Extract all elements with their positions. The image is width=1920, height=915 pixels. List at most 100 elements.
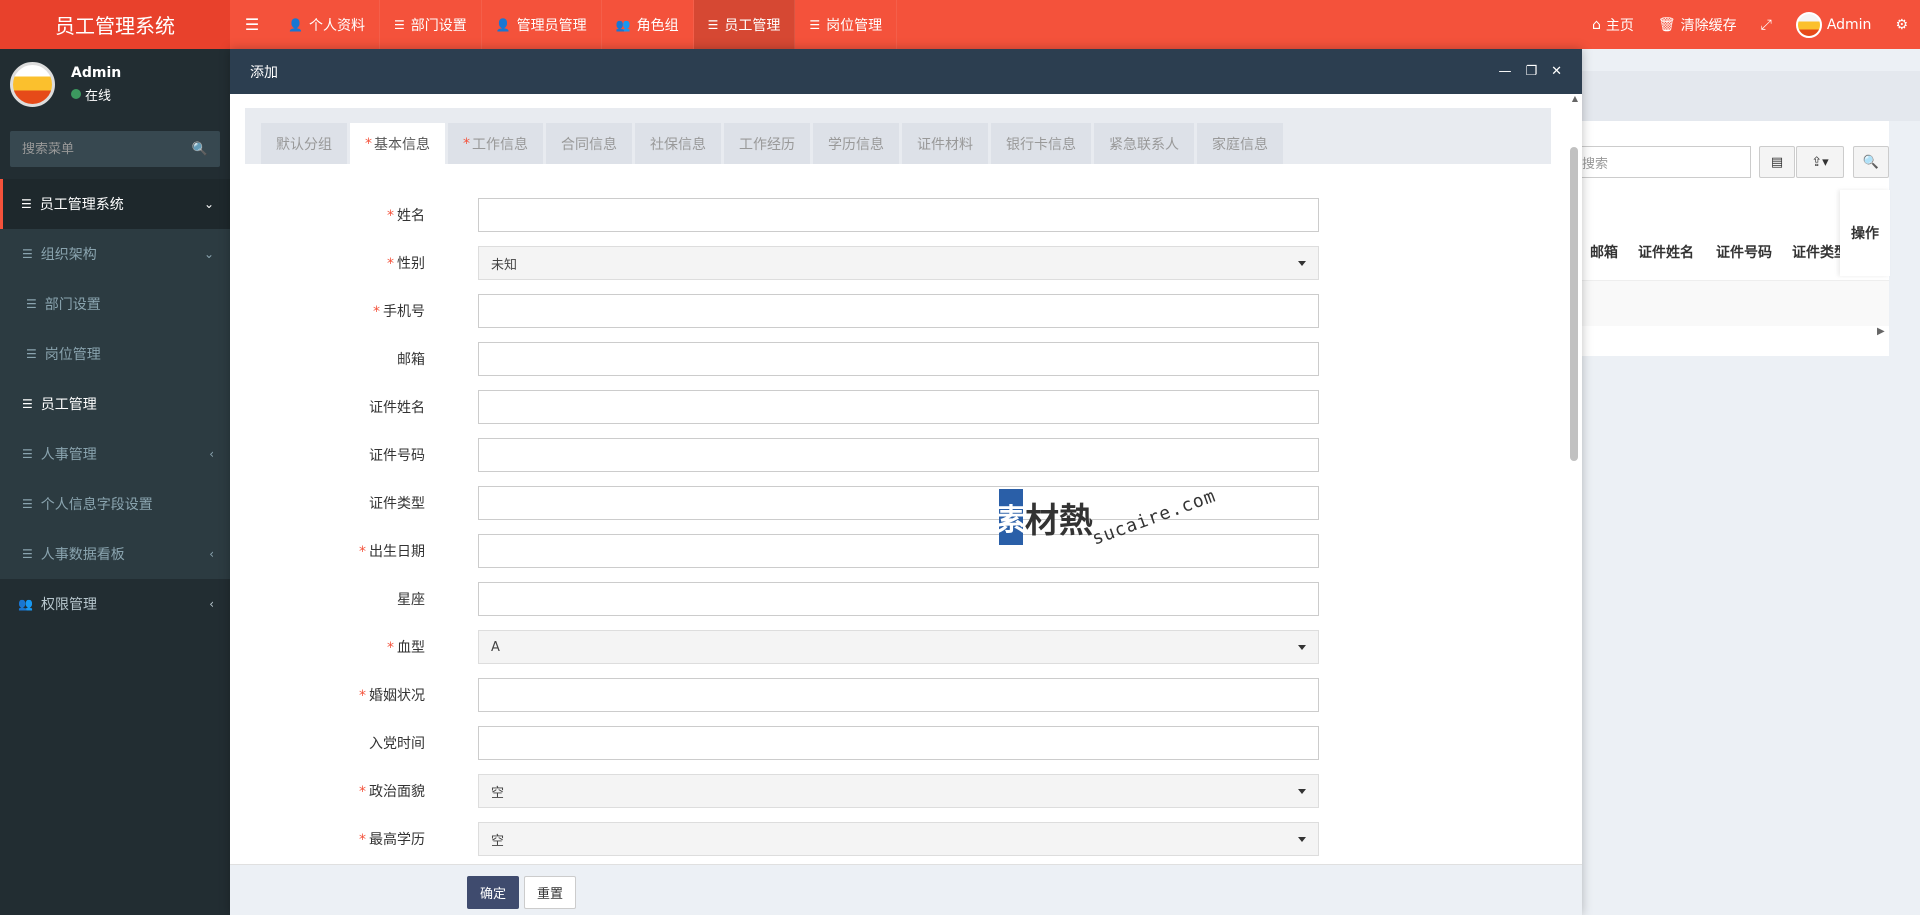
column-header-id-type[interactable]: 证件类型 [1792, 242, 1842, 262]
tab-4[interactable]: 社保信息 [635, 123, 721, 164]
tab-10[interactable]: 家庭信息 [1197, 123, 1283, 164]
columns-toggle-button[interactable]: ▤ [1759, 146, 1795, 178]
form-row: * 血型 A [230, 630, 1582, 664]
field-input[interactable] [478, 438, 1319, 472]
sidebar-item-department-settings[interactable]: ☰ 部门设置 [0, 279, 230, 329]
field-input[interactable] [478, 534, 1319, 568]
field-input[interactable] [478, 678, 1319, 712]
topnav-employee-management[interactable]: ☰ 员工管理 [693, 0, 796, 49]
field-input[interactable] [478, 486, 1319, 520]
topnav-department-settings[interactable]: ☰ 部门设置 [380, 0, 482, 49]
topnav-personal-profile[interactable]: 👤 个人资料 [274, 0, 380, 49]
list-icon: ☰ [22, 547, 33, 561]
field-label: * 手机号 [230, 301, 448, 321]
field-input[interactable] [478, 198, 1319, 232]
clear-cache-button[interactable]: 🗑 清除缓存 [1646, 0, 1749, 49]
user-status-label: 在线 [85, 88, 112, 104]
list-icon: ☰ [26, 297, 37, 311]
dialog-footer: 确定 重置 [230, 864, 1582, 915]
required-marker: * [365, 135, 372, 152]
sidebar-toggle-icon[interactable]: ☰ [230, 0, 274, 49]
sidebar-item-hr-management[interactable]: ☰ 人事管理 ‹ [0, 429, 230, 479]
tab-5[interactable]: 工作经历 [724, 123, 810, 164]
scroll-right-icon[interactable]: ▶ [1877, 326, 1885, 337]
minimize-icon[interactable]: — [1498, 64, 1511, 79]
user-status: 在线 [71, 85, 121, 104]
home-icon: ⌂ [1591, 16, 1601, 33]
topnav-label: 管理员管理 [516, 17, 587, 34]
dialog-scrollbar[interactable] [1570, 147, 1578, 461]
topnav-position-management[interactable]: ☰ 岗位管理 [795, 0, 898, 49]
field-label: * 性别 [230, 253, 448, 273]
user-menu[interactable]: Admin [1784, 0, 1884, 49]
form-tabs-bar: 默认分组 * 基本信息 * 工作信息 合同信息 社保信息 工作经历 学历信息 证件材料 银行卡信息紧… [245, 108, 1551, 164]
topnav-admin-management[interactable]: 👤 管理员管理 [482, 0, 602, 49]
list-icon: ☰ [21, 197, 32, 211]
chevron-down-icon: ⌄ [203, 197, 214, 211]
column-header-email[interactable]: 邮箱 [1590, 242, 1618, 262]
tab-2[interactable]: * 工作信息 [448, 123, 543, 164]
sidebar-item-label: 组织架构 [40, 247, 97, 263]
field-label-text: 入党时间 [369, 736, 425, 752]
field-input[interactable] [478, 582, 1319, 616]
tab-label: 社保信息 [650, 136, 706, 153]
gears-icon[interactable]: ⚙ [1883, 0, 1920, 49]
search-icon[interactable]: 🔍 [192, 142, 208, 157]
tab-7[interactable]: 证件材料 [902, 123, 988, 164]
tab-3[interactable]: 合同信息 [546, 123, 632, 164]
tab-label: 基本信息 [374, 136, 430, 153]
topnav-role-group[interactable]: 👥 角色组 [602, 0, 694, 49]
sidebar-item-employee-system[interactable]: ☰ 员工管理系统 ⌄ [0, 179, 230, 229]
list-icon: ☰ [22, 397, 33, 411]
tab-1[interactable]: * 基本信息 [350, 123, 445, 164]
column-header-id-number[interactable]: 证件号码 [1716, 242, 1772, 262]
sidebar-item-org-structure[interactable]: ☰ 组织架构 ⌄ [0, 229, 230, 279]
field-select[interactable]: 空 [478, 822, 1319, 856]
home-link[interactable]: ⌂ 主页 [1580, 0, 1646, 49]
field-select[interactable]: 未知 [478, 246, 1319, 280]
sidebar-item-personal-fields[interactable]: ☰ 个人信息字段设置 [0, 479, 230, 529]
export-dropdown-button[interactable]: ⇪▾ [1796, 146, 1844, 178]
tab-9[interactable]: 紧急联系人 [1094, 123, 1194, 164]
reset-button[interactable]: 重置 [524, 876, 576, 909]
required-marker: * [387, 208, 394, 224]
tab-6[interactable]: 学历信息 [813, 123, 899, 164]
field-input[interactable] [478, 390, 1319, 424]
field-select[interactable]: A [478, 630, 1319, 664]
scroll-up-icon[interactable]: ▲ [1572, 94, 1578, 103]
sidebar-item-hr-dashboard[interactable]: ☰ 人事数据看板 ‹ [0, 529, 230, 579]
sidebar-item-label: 员工管理系统 [39, 197, 124, 213]
sidebar-item-position-management[interactable]: ☰ 岗位管理 [0, 329, 230, 379]
column-header-id-name[interactable]: 证件姓名 [1638, 242, 1694, 262]
caret-down-icon [1298, 645, 1306, 650]
confirm-button[interactable]: 确定 [467, 876, 519, 909]
tab-0[interactable]: 默认分组 [261, 123, 347, 164]
field-input[interactable] [478, 726, 1319, 760]
tab-label: 默认分组 [276, 136, 332, 153]
brand-logo[interactable]: 员工管理系统 [0, 0, 230, 49]
sidebar-item-employee-management[interactable]: ☰ 员工管理 [0, 379, 230, 429]
sidebar: Admin 在线 🔍 ☰ 员工管理系统 ⌄ ☰ 组织架构 ⌄ ☰ 部门设置 ☰ 岗位管理 ☰… [0, 49, 230, 915]
required-marker: * [359, 832, 366, 848]
field-input[interactable] [478, 342, 1319, 376]
close-icon[interactable]: ✕ [1551, 64, 1562, 79]
fullscreen-icon[interactable]: ⤢ [1749, 0, 1784, 49]
tab-label: 家庭信息 [1212, 136, 1268, 153]
topnav-label: 个人资料 [308, 17, 365, 34]
maximize-icon[interactable]: ❐ [1525, 64, 1537, 79]
sidebar-item-label: 个人信息字段设置 [40, 497, 153, 513]
field-select[interactable]: 空 [478, 774, 1319, 808]
field-input[interactable] [478, 294, 1319, 328]
tab-8[interactable]: 银行卡信息 [991, 123, 1091, 164]
user-menu-name: Admin [1826, 16, 1872, 33]
content-header [1582, 71, 1920, 121]
sidebar-search-input[interactable] [22, 141, 182, 157]
table-search-input[interactable]: 搜索 [1575, 146, 1751, 178]
chevron-left-icon: ‹ [209, 547, 214, 561]
search-toggle-button[interactable]: 🔍 [1853, 146, 1889, 178]
list-icon: ☰ [809, 17, 821, 32]
tab-label: 合同信息 [561, 136, 617, 153]
sidebar-item-permissions[interactable]: 👥 权限管理 ‹ [0, 579, 230, 629]
list-icon: ☰ [26, 347, 37, 361]
columns-icon: ▤ [1770, 154, 1784, 170]
